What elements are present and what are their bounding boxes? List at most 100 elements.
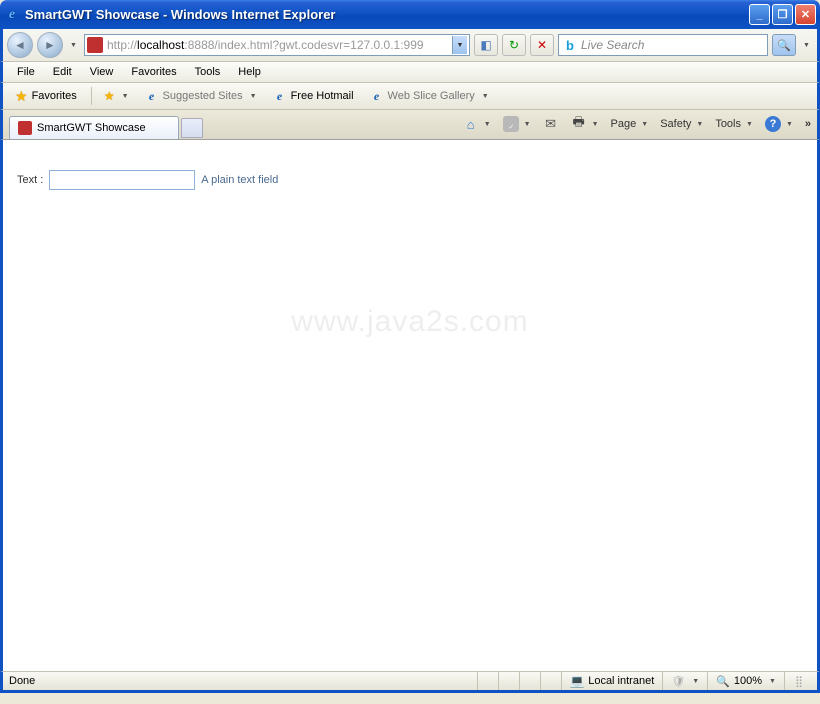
ie-icon: e <box>4 7 20 23</box>
text-field-row: Text : A plain text field <box>17 170 803 190</box>
close-button[interactable]: ✕ <box>795 4 816 25</box>
command-bar: ⌂ ▼ ◞ ▼ ✉ 🖶 ▼ Page ▼ Safety ▼ Tools ▼ ? … <box>459 114 811 134</box>
tab-bar: SmartGWT Showcase ⌂ ▼ ◞ ▼ ✉ 🖶 ▼ Page ▼ S… <box>0 110 820 139</box>
chevron-down-icon: ▼ <box>592 121 599 128</box>
status-text: Done <box>9 675 477 687</box>
help-button[interactable]: ? ▼ <box>761 114 797 134</box>
add-favorite-button[interactable]: ★ ▼ <box>100 87 133 105</box>
search-placeholder: Live Search <box>581 38 763 52</box>
chevron-down-icon: ▼ <box>692 678 699 685</box>
resize-grip[interactable]: ⣿ <box>784 672 811 690</box>
shield-icon: 🛡 <box>671 675 685 688</box>
status-pane-3 <box>519 672 540 690</box>
status-pane-1 <box>477 672 498 690</box>
window-titlebar: e SmartGWT Showcase - Windows Internet E… <box>0 0 820 29</box>
ie-page-icon: e <box>145 89 159 103</box>
mail-icon: ✉ <box>543 116 559 132</box>
separator <box>91 87 92 105</box>
star-icon: ★ <box>15 88 28 105</box>
ie-page-icon: e <box>370 89 384 103</box>
page-label: Page <box>611 118 637 130</box>
text-field-hint: A plain text field <box>201 174 278 186</box>
suggested-sites-link[interactable]: e Suggested Sites ▼ <box>141 87 261 105</box>
address-bar[interactable]: http://localhost:8888/index.html?gwt.cod… <box>84 34 470 56</box>
zoom-level: 100% <box>734 675 762 687</box>
protected-mode[interactable]: 🛡 ▼ <box>662 672 707 690</box>
safety-label: Safety <box>660 118 691 130</box>
text-input[interactable] <box>49 170 195 190</box>
page-content: Text : A plain text field www.java2s.com <box>0 139 820 671</box>
window-title: SmartGWT Showcase - Windows Internet Exp… <box>25 7 749 22</box>
web-slice-link[interactable]: e Web Slice Gallery ▼ <box>366 87 493 105</box>
zone-icon: 💻 <box>570 674 584 688</box>
back-button[interactable]: ◄ <box>7 32 33 58</box>
text-field-label: Text : <box>17 174 43 186</box>
menu-view[interactable]: View <box>82 64 122 80</box>
forward-button[interactable]: ► <box>37 32 63 58</box>
bing-icon: b <box>563 38 577 52</box>
free-hotmail-link[interactable]: e Free Hotmail <box>269 87 358 105</box>
compat-button[interactable]: ◧ <box>474 34 498 56</box>
stop-button[interactable]: ✕ <box>530 34 554 56</box>
zoom-icon: 🔍 <box>716 675 730 688</box>
search-bar[interactable]: b Live Search <box>558 34 768 56</box>
suggested-sites-label: Suggested Sites <box>163 90 243 102</box>
status-pane-2 <box>498 672 519 690</box>
menu-help[interactable]: Help <box>230 64 269 80</box>
nav-history-dropdown[interactable]: ▼ <box>67 36 80 54</box>
chevron-down-icon: ▼ <box>696 121 703 128</box>
chevron-down-icon: ▼ <box>641 121 648 128</box>
zone-label: Local intranet <box>588 675 654 687</box>
star-add-icon: ★ <box>104 89 115 103</box>
tools-label: Tools <box>715 118 741 130</box>
new-tab-button[interactable] <box>181 118 203 138</box>
tools-menu[interactable]: Tools ▼ <box>711 116 757 132</box>
url-text: http://localhost:8888/index.html?gwt.cod… <box>107 38 448 52</box>
menu-favorites[interactable]: Favorites <box>123 64 184 80</box>
chevron-down-icon: ▼ <box>786 121 793 128</box>
site-icon <box>87 37 103 53</box>
status-pane-4 <box>540 672 561 690</box>
chevron-down-icon: ▼ <box>122 93 129 100</box>
favorites-label: Favorites <box>32 90 77 102</box>
rss-icon: ◞ <box>503 116 519 132</box>
favorites-bar: ★ Favorites ★ ▼ e Suggested Sites ▼ e Fr… <box>0 83 820 110</box>
read-mail-button[interactable]: ✉ <box>539 114 563 134</box>
page-menu[interactable]: Page ▼ <box>607 116 653 132</box>
status-bar: Done 💻 Local intranet 🛡 ▼ 🔍 100% ▼ ⣿ <box>0 671 820 693</box>
hotmail-label: Free Hotmail <box>291 90 354 102</box>
maximize-button[interactable]: ❐ <box>772 4 793 25</box>
minimize-button[interactable]: _ <box>749 4 770 25</box>
refresh-button[interactable]: ↻ <box>502 34 526 56</box>
chevron-down-icon: ▼ <box>482 93 489 100</box>
ie-page-icon: e <box>273 89 287 103</box>
tab-favicon <box>18 121 32 135</box>
print-icon: 🖶 <box>571 116 587 132</box>
menu-edit[interactable]: Edit <box>45 64 80 80</box>
search-button[interactable]: 🔍 <box>772 34 796 56</box>
url-dropdown[interactable]: ▼ <box>452 36 467 54</box>
chevron-down-icon: ▼ <box>524 121 531 128</box>
favorites-button[interactable]: ★ Favorites <box>9 86 83 107</box>
safety-menu[interactable]: Safety ▼ <box>656 116 707 132</box>
tab-title: SmartGWT Showcase <box>37 122 146 134</box>
home-icon: ⌂ <box>463 116 479 132</box>
security-zone[interactable]: 💻 Local intranet <box>561 672 662 690</box>
watermark-text: www.java2s.com <box>3 305 817 339</box>
feeds-button[interactable]: ◞ ▼ <box>499 114 535 134</box>
overflow-button[interactable]: » <box>805 118 811 130</box>
menu-bar: File Edit View Favorites Tools Help <box>0 62 820 83</box>
tab-active[interactable]: SmartGWT Showcase <box>9 116 179 139</box>
chevron-down-icon: ▼ <box>769 678 776 685</box>
help-icon: ? <box>765 116 781 132</box>
webslice-label: Web Slice Gallery <box>388 90 475 102</box>
chevron-down-icon: ▼ <box>484 121 491 128</box>
menu-tools[interactable]: Tools <box>187 64 229 80</box>
navigation-toolbar: ◄ ► ▼ http://localhost:8888/index.html?g… <box>0 29 820 62</box>
home-button[interactable]: ⌂ ▼ <box>459 114 495 134</box>
search-dropdown[interactable]: ▼ <box>800 36 813 54</box>
zoom-control[interactable]: 🔍 100% ▼ <box>707 672 784 690</box>
menu-file[interactable]: File <box>9 64 43 80</box>
chevron-down-icon: ▼ <box>746 121 753 128</box>
print-button[interactable]: 🖶 ▼ <box>567 114 603 134</box>
